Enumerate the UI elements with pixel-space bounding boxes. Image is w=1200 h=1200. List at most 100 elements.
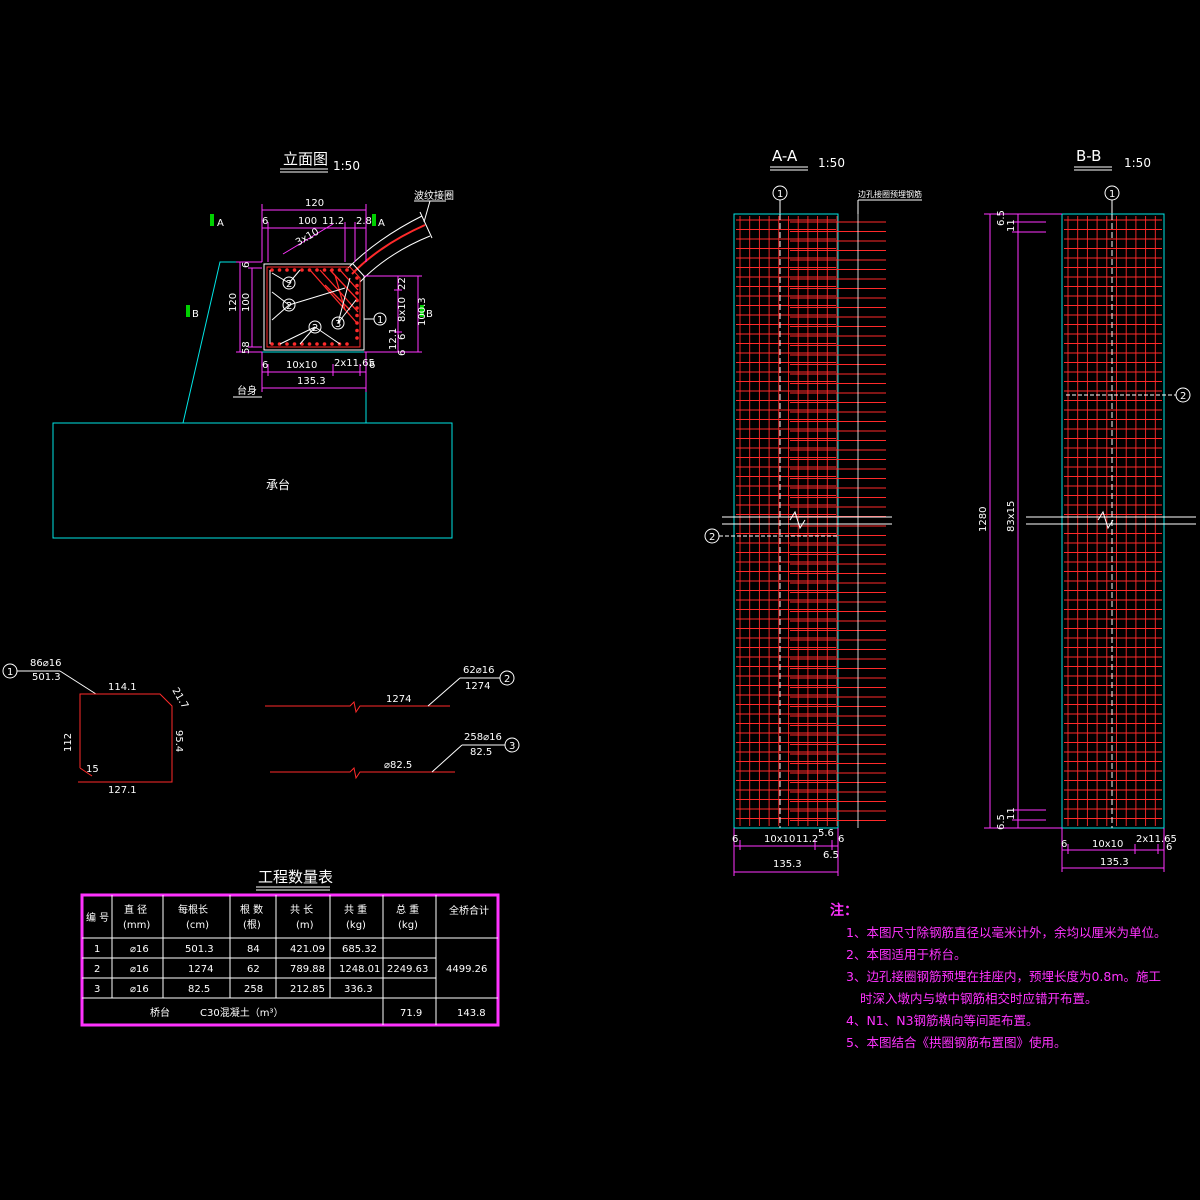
callout-2b: 2: [286, 301, 292, 312]
th-total-unit: (kg): [398, 920, 418, 931]
dim-top-c: 11.2: [322, 216, 344, 227]
th-diam-unit: (mm): [123, 920, 150, 931]
dim-right-e: 12.1: [388, 328, 399, 350]
dim-left-outer: 120: [228, 293, 239, 312]
bar1-left: 112: [63, 733, 74, 752]
r2-c1: 2: [94, 964, 100, 975]
r2-c3: 1274: [188, 964, 213, 975]
total-weight: 2249.63: [387, 964, 428, 975]
dim-right-b: 8x10: [397, 297, 408, 322]
dim-bot-total: 135.3: [297, 376, 326, 387]
r3-c4: 258: [244, 984, 263, 995]
aa-title: A-A: [772, 147, 798, 165]
bb-dim-top2: 11: [1006, 219, 1017, 232]
dim-bot-a: 6: [262, 360, 268, 371]
section-aa: A-A 1:50 1 边孔接圈预埋钢筋 2 6 10x10 11.2 5.6 6…: [704, 147, 922, 876]
bb-dim-d: 6: [1166, 842, 1172, 853]
concrete-total: 143.8: [457, 1008, 486, 1019]
aa-dim-a: 6: [732, 834, 738, 845]
aa-dim-f: 6.5: [823, 850, 839, 861]
note-4: 4、N1、N3钢筋横向等间距布置。: [846, 1013, 1039, 1028]
note-1: 1、本图尺寸除钢筋直径以毫米计外，余均以厘米为单位。: [846, 925, 1167, 940]
bar3-label: ⌀82.5: [384, 760, 412, 771]
r1-c4: 84: [247, 944, 260, 955]
section-mark-a-left: A: [217, 218, 224, 229]
bar3-shape: [270, 766, 455, 780]
dim-right-c: 100.3: [417, 297, 428, 326]
callout-3: 3: [335, 319, 341, 330]
th-tlen: 共 长: [290, 904, 313, 916]
r3-c3: 82.5: [188, 984, 210, 995]
bb-callout-2: 2: [1180, 391, 1186, 402]
bar2-id: 2: [504, 674, 510, 685]
concrete-name: C30混凝土（m³）: [200, 1006, 283, 1019]
quantity-table: 工程数量表 编 号 直 径 (mm) 每根长 (cm) 根 数 (根) 共 长 …: [80, 868, 500, 1027]
r3-c6: 336.3: [344, 984, 373, 995]
bridge-total: 4499.26: [446, 964, 487, 975]
bb-dim-total: 135.3: [1100, 857, 1129, 868]
th-count: 根 数: [240, 903, 263, 916]
notes-heading: 注：: [830, 903, 858, 919]
r2-c5: 789.88: [290, 964, 325, 975]
dim-left-inner: 100: [241, 293, 252, 312]
pile-cap: [52, 422, 453, 539]
bb-dim-a: 6: [1061, 839, 1067, 850]
r2-c6: 1248.01: [339, 964, 380, 975]
aa-dim-d: 5.6: [818, 828, 834, 839]
r1-c1: 1: [94, 944, 100, 955]
bar1-spec: 86⌀16: [30, 658, 61, 669]
th-len: 每根长: [178, 903, 208, 916]
bar2-spec: 62⌀16: [463, 665, 494, 676]
bb-scale: 1:50: [1124, 156, 1151, 170]
dim-top-a: 6: [262, 216, 268, 227]
dim-right-f: 6: [397, 350, 408, 356]
th-count-unit: (根): [243, 918, 261, 931]
callout-2a: 2: [286, 279, 292, 290]
callout-2c: 2: [312, 323, 318, 334]
aa-label: 边孔接圈预埋钢筋: [858, 189, 922, 199]
note-3: 3、边孔接圈钢筋预埋在挂座内，预埋长度为0.8m。施工时深入墩内与墩中钢筋相交时…: [846, 969, 1162, 1006]
aa-callout-1: 1: [777, 189, 783, 200]
dim-bot-b: 10x10: [286, 360, 317, 371]
bar-shapes: 1 86⌀16 501.3 114.1 21.7 112 95.4 15 127…: [2, 658, 520, 796]
aa-dim-total: 135.3: [773, 859, 802, 870]
th-tlen-unit: (m): [296, 920, 314, 931]
dim-left-top: 6: [241, 262, 252, 268]
aa-dim-c: 11.2: [796, 834, 818, 845]
section-bb: B-B 1:50 1 2 6.5 11 1280 83x15 6.5 11 6 …: [978, 147, 1196, 872]
th-bridge: 全桥合计: [449, 904, 489, 917]
concrete-qty: 71.9: [400, 1008, 422, 1019]
r1-c3: 501.3: [185, 944, 214, 955]
th-diam: 直 径: [124, 903, 147, 916]
dim-left-bot: 58: [241, 341, 252, 354]
dim-bot-d: 6: [369, 360, 375, 371]
r2-c4: 62: [247, 964, 260, 975]
pile-cap-label: 承台: [266, 477, 290, 492]
note-5: 5、本图结合《拱圈钢筋布置图》使用。: [846, 1035, 1067, 1050]
bar2-shape: [265, 700, 450, 714]
bar2-label: 1274: [386, 694, 411, 705]
bb-dim-bot2: 11: [1006, 807, 1017, 820]
elevation-view: 立面图 1:50 承台 台身 波纹接圈 2 2 2 3 1 A A B B 12…: [52, 150, 454, 539]
dim-top-d: 2.8: [356, 216, 372, 227]
th-tw-unit: (kg): [346, 920, 366, 931]
section-mark-b-left: B: [192, 309, 199, 320]
bb-dim-pitch: 83x15: [1006, 501, 1017, 532]
r1-c6: 685.32: [342, 944, 377, 955]
bar1-top: 114.1: [108, 682, 137, 693]
rebar-cage: [266, 266, 361, 348]
callout-1: 1: [377, 315, 383, 326]
bb-rebar-grid: [1064, 216, 1162, 826]
dim-diag: 3x10: [294, 227, 321, 249]
section-mark-a-right: A: [378, 218, 385, 229]
th-tw: 共 重: [344, 903, 367, 916]
aa-scale: 1:50: [818, 156, 845, 170]
bb-title: B-B: [1076, 147, 1101, 165]
r3-c2: ⌀16: [130, 984, 149, 995]
concrete-label: 桥台: [150, 1006, 170, 1019]
bar3-id: 3: [509, 741, 515, 752]
th-id: 编 号: [86, 911, 109, 924]
abutment-body-label: 台身: [237, 384, 257, 397]
bar2-length: 1274: [465, 681, 490, 692]
bar1-hook: 15: [86, 764, 99, 775]
